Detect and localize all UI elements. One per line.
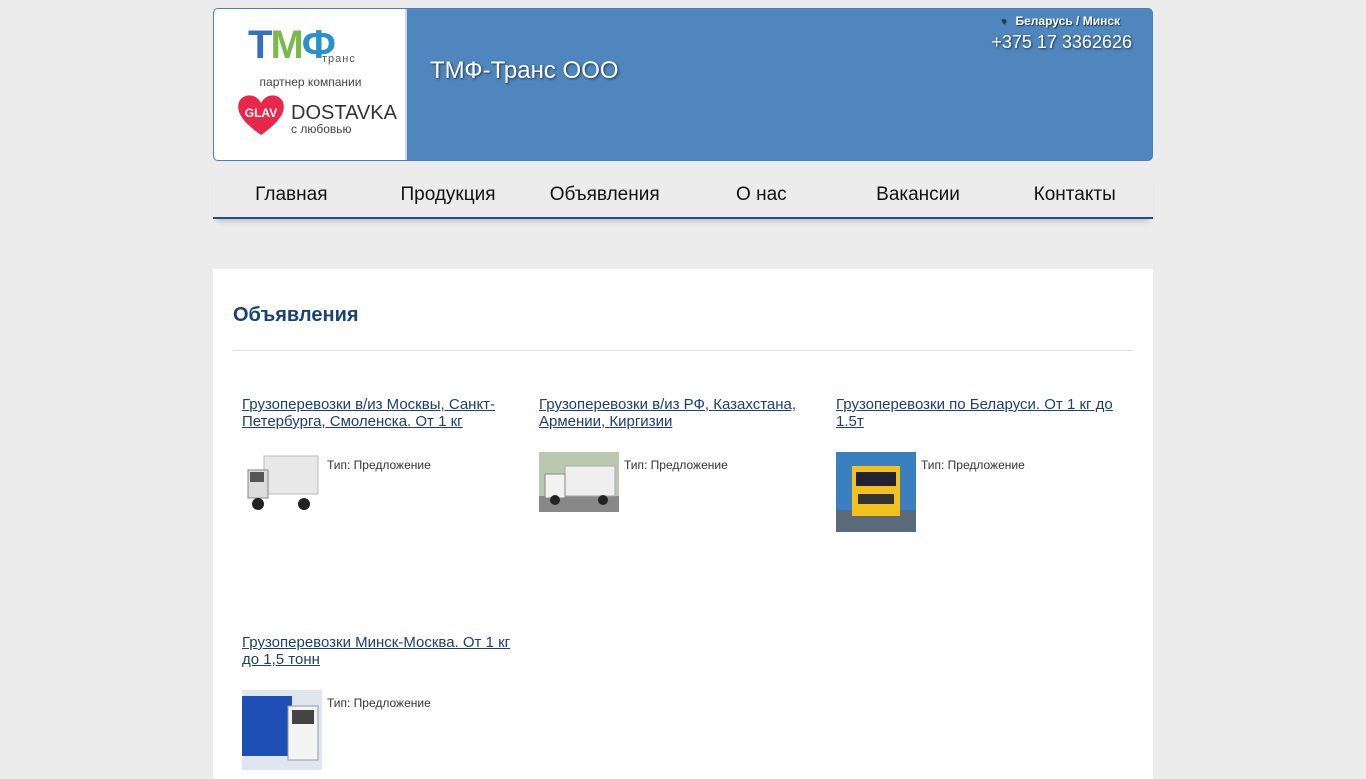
item-type: Тип: Предложение	[624, 458, 728, 472]
logo-sub: транс	[322, 53, 356, 65]
nav-home[interactable]: Главная	[213, 172, 370, 217]
svg-text:GLAV: GLAV	[245, 106, 277, 120]
item-link[interactable]: Грузоперевозки Минск-Москва. От 1 кг до …	[242, 634, 522, 668]
list-item: Грузоперевозки Минск-Москва. От 1 кг до …	[242, 634, 522, 770]
list-item: Грузоперевозки по Беларуси. От 1 кг до 1…	[836, 396, 1116, 532]
truck-image[interactable]	[242, 452, 322, 516]
region-label: Беларусь / Минск	[1015, 14, 1121, 28]
nav-about[interactable]: О нас	[683, 172, 840, 217]
logo[interactable]: ТМФ транс партнер компании GLAV DOSTAVKA…	[214, 9, 407, 160]
item-link[interactable]: Грузоперевозки по Беларуси. От 1 кг до 1…	[836, 396, 1116, 430]
region-selector[interactable]: ▼ Беларусь / Минск	[1000, 14, 1120, 28]
item-type: Тип: Предложение	[327, 458, 431, 472]
item-link[interactable]: Грузоперевозки в/из РФ, Казахстана, Арме…	[539, 396, 819, 430]
partner-label: партнер компании	[259, 75, 362, 89]
list-item: Грузоперевозки в/из РФ, Казахстана, Арме…	[539, 396, 819, 512]
company-name: ТМФ-Транс ООО	[430, 57, 619, 84]
item-type: Тип: Предложение	[921, 458, 1025, 472]
caret-down-icon: ▼	[999, 17, 1008, 27]
truck-image[interactable]	[836, 452, 916, 532]
nav-contacts[interactable]: Контакты	[996, 172, 1153, 217]
truck-image[interactable]	[242, 690, 322, 770]
list-item: Грузоперевозки в/из Москвы, Санкт-Петерб…	[242, 396, 522, 516]
partner-name: DOSTAVKA	[291, 102, 397, 124]
heart-logo-icon: GLAV	[238, 95, 284, 135]
partner-tagline: с любовью	[291, 122, 352, 136]
nav-jobs[interactable]: Вакансии	[840, 172, 997, 217]
nav-ads[interactable]: Объявления	[526, 172, 683, 217]
truck-image[interactable]	[539, 452, 619, 512]
page-title: Объявления	[233, 304, 359, 326]
item-type: Тип: Предложение	[327, 696, 431, 710]
item-link[interactable]: Грузоперевозки в/из Москвы, Санкт-Петерб…	[242, 396, 522, 430]
main-nav: Главная Продукция Объявления О нас Вакан…	[213, 172, 1153, 219]
header: ТМФ транс партнер компании GLAV DOSTAVKA…	[213, 8, 1153, 161]
nav-products[interactable]: Продукция	[370, 172, 527, 217]
divider	[233, 350, 1133, 351]
phone: +375 17 3362626	[991, 32, 1132, 52]
content: Объявления Грузоперевозки в/из Москвы, С…	[213, 269, 1153, 779]
